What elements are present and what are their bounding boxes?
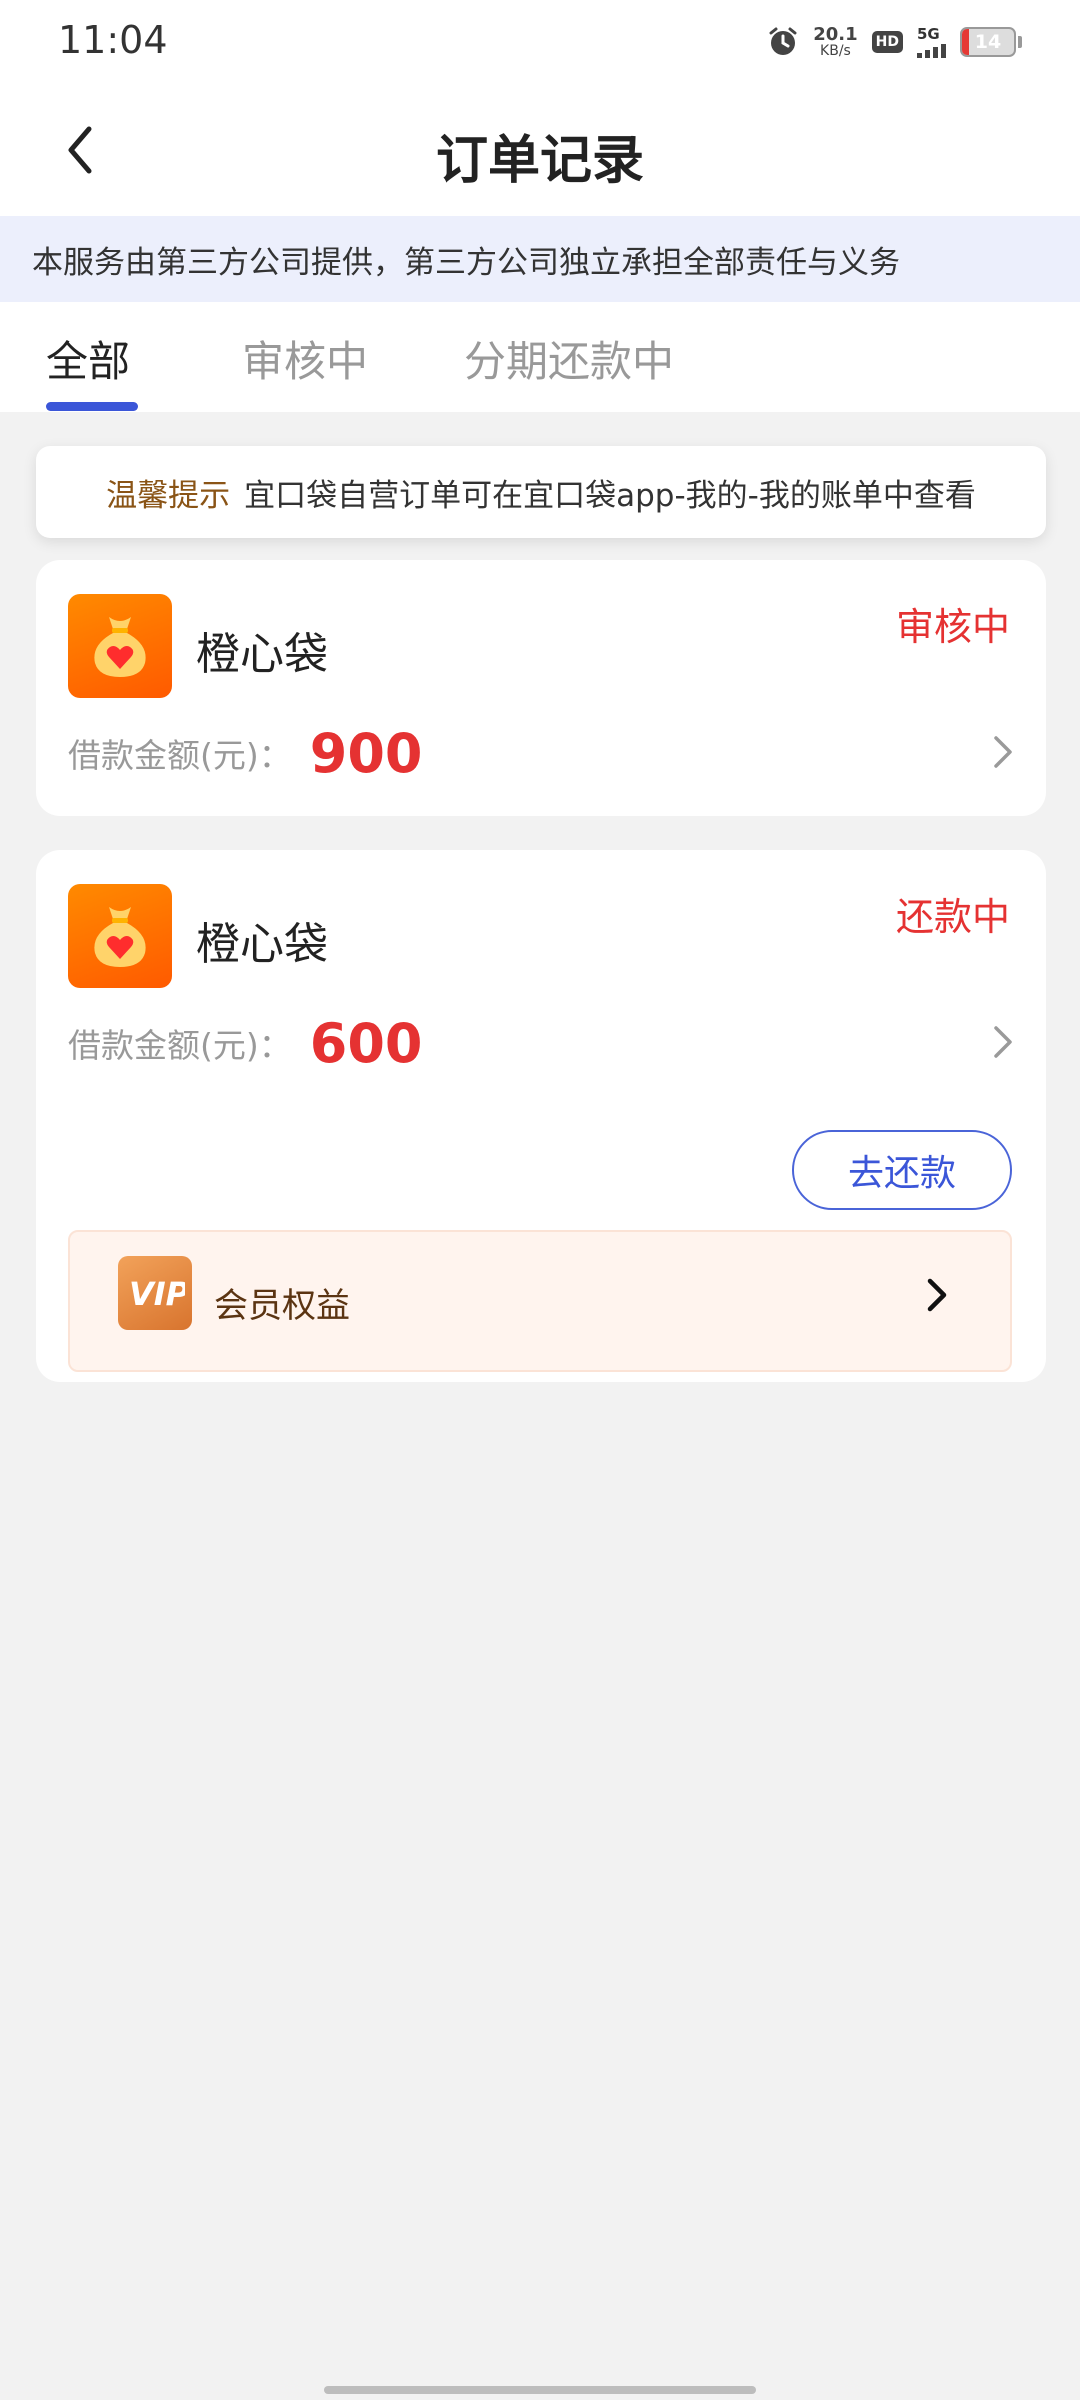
money-bag-icon — [94, 617, 146, 677]
active-tab-indicator — [46, 402, 138, 411]
money-bag-icon — [94, 907, 146, 967]
chevron-right-icon[interactable] — [988, 1022, 1018, 1062]
status-icons: 20.1 KB/s HD 5G 14 — [767, 22, 1022, 62]
signal-icon: 5G — [917, 24, 946, 58]
amount-label: 借款金额(元)： — [68, 1026, 292, 1065]
order-status: 审核中 — [895, 605, 1010, 649]
tab-all[interactable]: 全部 — [46, 328, 130, 389]
vip-benefits-row[interactable]: VIP 会员权益 — [68, 1230, 1012, 1372]
vip-icon-text: VIP — [129, 1275, 185, 1313]
notice-banner: 本服务由第三方公司提供，第三方公司独立承担全部责任与义务 — [0, 216, 1080, 302]
battery-level: 14 — [974, 31, 1002, 53]
lender-name: 橙心袋 — [196, 629, 328, 680]
notice-text: 本服务由第三方公司提供，第三方公司独立承担全部责任与义务 — [32, 244, 900, 281]
tab-bar: 全部 审核中 分期还款中 — [0, 302, 1080, 412]
chevron-right-icon[interactable] — [922, 1274, 952, 1316]
amount-row: 借款金额(元)： 600 — [68, 1008, 422, 1078]
status-bar: 11:04 20.1 KB/s HD 5G 14 — [0, 0, 1080, 84]
amount-value: 900 — [309, 721, 423, 785]
page-title: 订单记录 — [435, 131, 644, 191]
lender-logo — [68, 594, 172, 698]
tip-card: 温馨提示 宜口袋自营订单可在宜口袋app-我的-我的账单中查看 — [36, 446, 1046, 538]
network-speed-value: 20.1 — [813, 24, 858, 45]
tab-installment-repaying[interactable]: 分期还款中 — [464, 328, 674, 389]
repay-button[interactable]: 去还款 — [792, 1130, 1012, 1210]
network-speed-unit: KB/s — [820, 43, 851, 59]
status-time: 11:04 — [58, 18, 168, 62]
order-card[interactable]: 橙心袋 审核中 借款金额(元)： 900 — [36, 560, 1046, 816]
tip-text: 宜口袋自营订单可在宜口袋app-我的-我的账单中查看 — [244, 477, 976, 514]
home-indicator[interactable] — [324, 2386, 756, 2394]
lender-logo — [68, 884, 172, 988]
lender-name: 橙心袋 — [196, 919, 328, 970]
vip-icon: VIP — [118, 1256, 192, 1330]
alarm-clock-icon — [769, 27, 797, 55]
order-card[interactable]: 橙心袋 还款中 借款金额(元)： 600 去还款 VIP 会员权益 — [36, 850, 1046, 1382]
amount-value: 600 — [309, 1011, 423, 1075]
network-speed: 20.1 KB/s — [813, 24, 858, 59]
page-header: 订单记录 — [0, 84, 1080, 216]
hd-badge: HD — [871, 31, 903, 53]
battery-icon: 14 — [960, 27, 1016, 57]
order-status: 还款中 — [895, 895, 1010, 939]
amount-row: 借款金额(元)： 900 — [68, 718, 422, 788]
vip-label: 会员权益 — [214, 1286, 350, 1326]
network-type: 5G — [917, 24, 940, 43]
tip-label: 温馨提示 — [106, 477, 231, 514]
vip-logo-icon: VIP — [129, 1275, 185, 1313]
tab-under-review[interactable]: 审核中 — [242, 328, 368, 389]
chevron-right-icon[interactable] — [988, 732, 1018, 772]
amount-label: 借款金额(元)： — [68, 736, 292, 775]
